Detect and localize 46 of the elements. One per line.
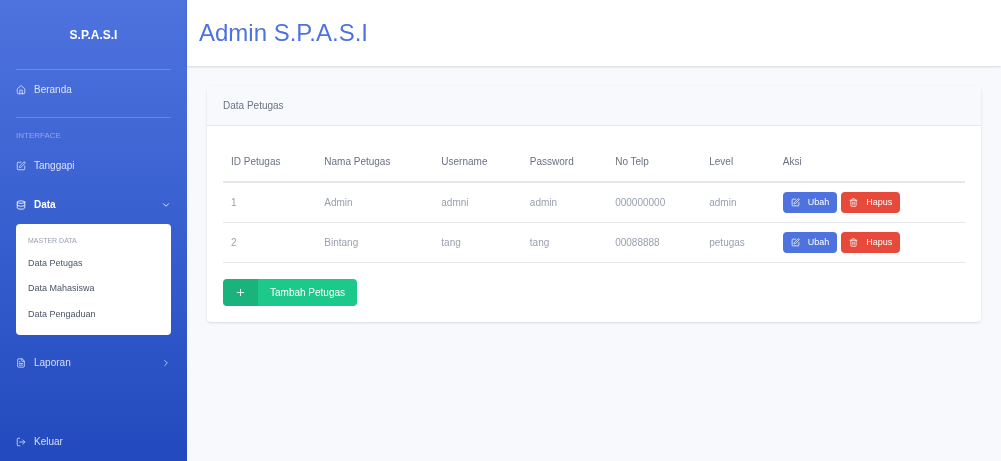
trash-icon (849, 198, 859, 207)
page-title: Admin S.P.A.S.I (199, 18, 368, 48)
table-cell: tang (521, 222, 608, 263)
chevron-right-icon (161, 357, 171, 368)
column-header: ID Petugas (223, 142, 317, 182)
column-header: Password (521, 142, 608, 182)
table-cell: tang (433, 222, 522, 263)
sidebar-item[interactable]: Beranda (16, 70, 171, 109)
table-cell: 000000000 (607, 182, 702, 223)
table-cell: admni (433, 182, 522, 223)
edit-button[interactable]: Ubah (782, 231, 838, 254)
trash-icon (849, 238, 859, 247)
sidebar-item[interactable]: Tanggapi (16, 146, 171, 185)
submenu-item[interactable]: Data Pengaduan (16, 301, 171, 327)
table-cell: admin (521, 182, 608, 223)
edit-icon (790, 238, 800, 247)
menu-icon (16, 160, 26, 171)
table-cell: Admin (316, 182, 434, 223)
table-cell: 1 (223, 182, 317, 223)
delete-button[interactable]: Hapus (841, 191, 901, 214)
submenu-item[interactable]: Data Mahasiswa (16, 276, 171, 302)
table-cell: 2 (223, 222, 317, 263)
menu-icon (16, 199, 26, 210)
sidebar-item[interactable]: Laporan (16, 343, 171, 382)
edit-icon (790, 198, 800, 207)
column-header: No Telp (607, 142, 702, 182)
table-cell: admin (701, 182, 775, 223)
menu-icon (16, 84, 26, 95)
column-header: Username (433, 142, 522, 182)
column-header: Level (701, 142, 775, 182)
table-cell: 00088888 (607, 222, 702, 263)
sidebar-item[interactable]: Data (16, 185, 171, 224)
table-cell: petugas (701, 222, 775, 263)
brand-title[interactable]: S.P.A.S.I (16, 0, 171, 70)
menu-icon (16, 436, 26, 447)
card-header: Data Petugas (207, 86, 981, 126)
sidebar-heading: INTERFACE (16, 117, 171, 146)
column-header: Aksi (774, 142, 965, 182)
menu-icon (16, 357, 26, 368)
delete-button[interactable]: Hapus (841, 231, 901, 254)
column-header: Nama Petugas (316, 142, 434, 182)
edit-button[interactable]: Ubah (782, 191, 838, 214)
sidebar-item[interactable]: Keluar (16, 422, 171, 461)
submenu-item[interactable]: Data Petugas (16, 250, 171, 276)
plus-icon (235, 287, 246, 298)
table-cell: Bintang (316, 222, 434, 263)
